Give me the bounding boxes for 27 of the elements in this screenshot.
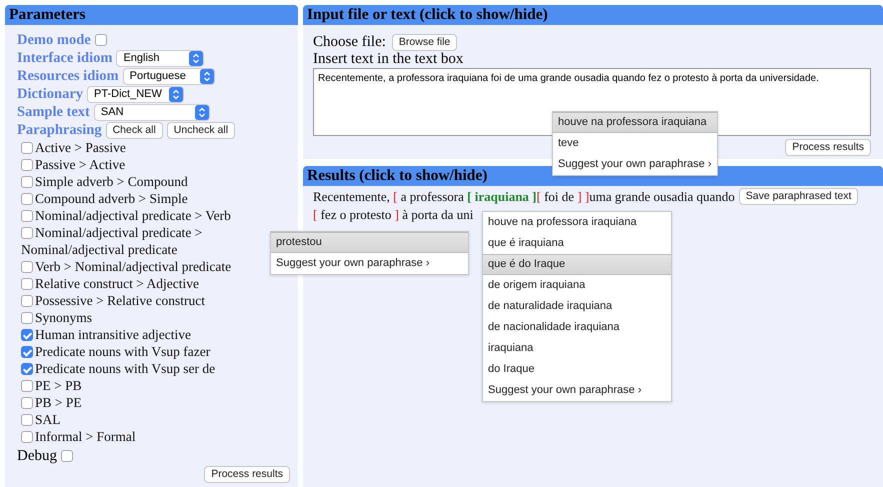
- option-label: Human intransitive adjective: [17, 326, 290, 343]
- field-label: Choose file:: [313, 34, 386, 50]
- option-label: Nominal/adjectival predicate > Verb: [17, 207, 290, 224]
- option-label: Simple adverb > Compound: [17, 173, 290, 190]
- option-label: Active > Passive: [17, 139, 290, 156]
- option-label: Passive > Active: [17, 156, 290, 173]
- field-label: Interface idiom: [17, 50, 112, 66]
- panel-header: Parameters: [5, 5, 298, 25]
- field-label: Demo mode: [17, 32, 91, 48]
- result-text: [ fez o protesto ] à porta da uni: [313, 206, 474, 222]
- field-label: Sample text: [17, 104, 90, 120]
- option-label: SAL: [17, 411, 290, 428]
- option-label: Possessive > Relative construct: [17, 292, 290, 309]
- result-text: Recentemente, [ a professora [ iraquiana ][ foi de ] ]uma grande ousadia quando: [313, 188, 735, 204]
- option-label: Informal > Formal: [17, 428, 290, 445]
- option-label: Compound adverb > Simple: [17, 190, 290, 207]
- option-label: PE > PB: [17, 377, 290, 394]
- option-label: PB > PE: [17, 394, 290, 411]
- field-label: Dictionary: [17, 86, 84, 102]
- option-label: Synonyms: [17, 309, 290, 326]
- option-label: Predicate nouns with Vsup fazer: [17, 343, 290, 360]
- field-label: Debug: [17, 448, 57, 464]
- option-label: Predicate nouns with Vsup ser de: [17, 360, 290, 377]
- option-label: Relative construct > Adjective: [17, 275, 290, 292]
- field-label: Resources idiom: [17, 68, 119, 84]
- field-label: Insert text in the text box: [313, 51, 464, 68]
- field-label: Paraphrasing: [17, 122, 102, 138]
